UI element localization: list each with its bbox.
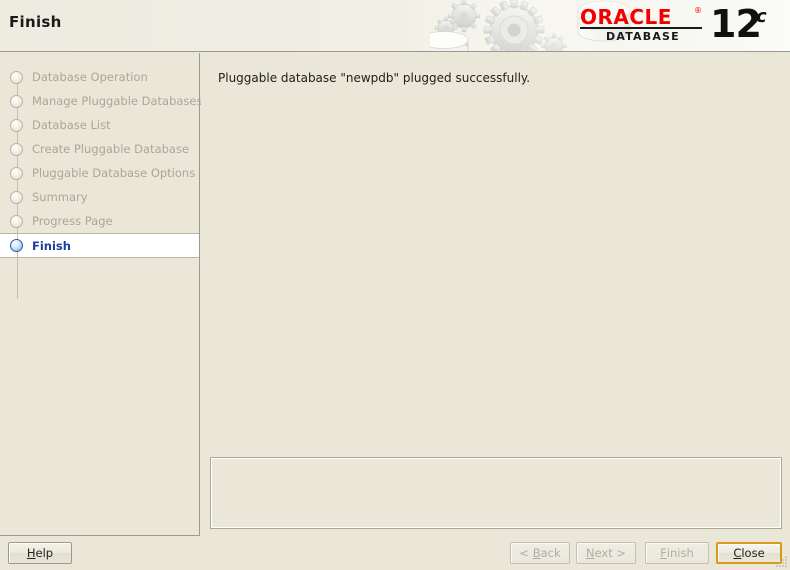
back-button[interactable]: < Back xyxy=(510,542,570,564)
sidebar-step-summary[interactable]: Summary xyxy=(0,185,199,209)
sidebar-step-label: Summary xyxy=(32,190,88,204)
oracle-product-line: DATABASE xyxy=(606,30,680,43)
back-button-prefix: < xyxy=(519,546,533,560)
details-log-panel[interactable] xyxy=(210,457,782,529)
close-button-label: lose xyxy=(741,546,765,560)
sidebar-step-database-operation[interactable]: Database Operation xyxy=(0,65,199,89)
oracle-logo: ORACLE ® DATABASE 12 c xyxy=(580,2,780,48)
oracle-divider-rule xyxy=(580,27,702,29)
finish-button-mnemonic: F xyxy=(660,546,667,560)
oracle-version-number: 12 xyxy=(710,2,762,46)
sidebar-step-pluggable-database-options[interactable]: Pluggable Database Options xyxy=(0,161,199,185)
sidebar-step-manage-pluggable-databases[interactable]: Manage Pluggable Databases xyxy=(0,89,203,113)
sidebar-step-label: Progress Page xyxy=(32,214,113,228)
step-bullet-icon xyxy=(10,70,23,84)
resize-grip-icon[interactable] xyxy=(774,554,788,568)
page-title: Finish xyxy=(9,13,62,31)
oracle-trademark-symbol: ® xyxy=(694,6,702,15)
sidebar-step-label: Finish xyxy=(32,238,71,253)
sidebar-step-label: Pluggable Database Options xyxy=(32,166,196,180)
step-bullet-icon xyxy=(10,214,23,228)
window-header: Finish ORACLE ® DATABASE 12 c xyxy=(0,0,790,52)
close-button[interactable]: Close xyxy=(716,542,782,564)
wizard-step-sidebar: Database Operation Manage Pluggable Data… xyxy=(0,53,203,536)
close-button-mnemonic: C xyxy=(733,546,742,560)
step-list: Database Operation Manage Pluggable Data… xyxy=(0,53,203,299)
step-bullet-icon xyxy=(10,190,23,204)
sidebar-step-label: Create Pluggable Database xyxy=(32,142,190,156)
step-bullet-icon xyxy=(10,166,23,180)
next-button[interactable]: Next > xyxy=(576,542,636,564)
back-button-label: ack xyxy=(540,546,561,560)
help-button-label: elp xyxy=(35,546,54,560)
back-button-mnemonic: B xyxy=(532,546,541,560)
sidebar-step-create-pluggable-database[interactable]: Create Pluggable Database xyxy=(0,137,199,161)
sidebar-step-label: Database List xyxy=(32,118,111,132)
main-content-panel: Pluggable database "newpdb" plugged succ… xyxy=(201,53,790,536)
help-button[interactable]: Help xyxy=(8,542,72,564)
step-bullet-active-icon xyxy=(10,239,23,252)
sidebar-step-progress-page[interactable]: Progress Page xyxy=(0,209,199,233)
sidebar-step-database-list[interactable]: Database List xyxy=(0,113,199,137)
sidebar-step-finish[interactable]: Finish xyxy=(0,233,199,258)
success-message: Pluggable database "newpdb" plugged succ… xyxy=(218,71,531,85)
help-button-mnemonic: H xyxy=(26,546,36,560)
oracle-wordmark: ORACLE xyxy=(580,5,672,29)
sidebar-step-label: Manage Pluggable Databases xyxy=(32,94,203,108)
sidebar-step-label: Database Operation xyxy=(32,70,148,84)
step-bullet-icon xyxy=(10,94,23,108)
next-button-label: ext > xyxy=(594,546,627,560)
step-bullet-icon xyxy=(10,142,23,156)
finish-button[interactable]: Finish xyxy=(645,542,709,564)
dialog-button-bar: Help < Back Next > Finish Close xyxy=(0,537,790,570)
next-button-mnemonic: N xyxy=(585,546,595,560)
oracle-version-suffix: c xyxy=(756,6,767,27)
finish-button-label: inish xyxy=(666,546,694,560)
step-bullet-icon xyxy=(10,118,23,132)
